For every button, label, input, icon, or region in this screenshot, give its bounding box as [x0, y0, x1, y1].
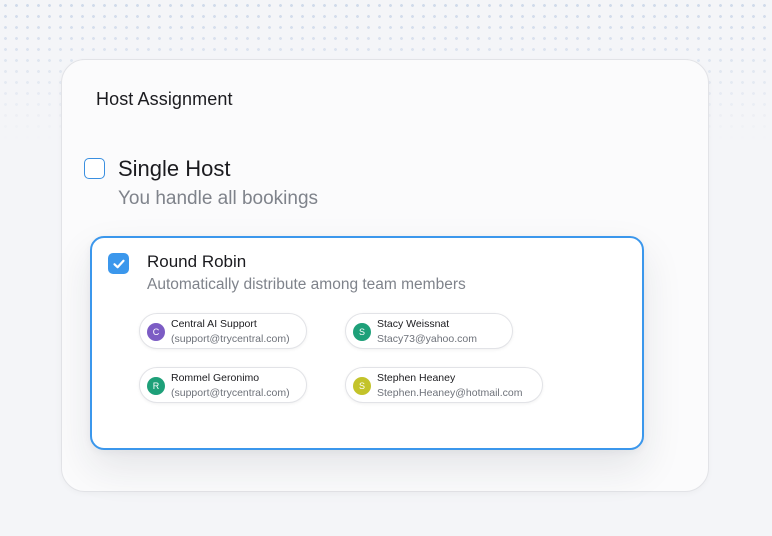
checkmark-icon — [112, 259, 125, 268]
member-email: (support@trycentral.com) — [171, 333, 290, 345]
member-name: Stacy Weissnat — [377, 318, 450, 330]
single-host-checkbox[interactable] — [84, 158, 105, 179]
single-host-title[interactable]: Single Host — [118, 156, 231, 182]
member-email: (support@trycentral.com) — [171, 387, 290, 399]
avatar: S — [353, 323, 371, 341]
member-chip[interactable]: C Central AI Support (support@trycentral… — [139, 313, 307, 349]
member-name: Rommel Geronimo — [171, 372, 260, 384]
member-name: Stephen Heaney — [377, 372, 456, 384]
round-robin-title[interactable]: Round Robin — [147, 252, 246, 272]
member-chip[interactable]: R Rommel Geronimo (support@trycentral.co… — [139, 367, 307, 403]
single-host-description: You handle all bookings — [118, 188, 319, 209]
card-title: Host Assignment — [96, 89, 233, 109]
avatar: C — [147, 323, 165, 341]
round-robin-checkbox[interactable] — [108, 253, 129, 274]
member-chip[interactable]: S Stephen Heaney Stephen.Heaney@hotmail.… — [345, 367, 543, 403]
member-email: Stacy73@yahoo.com — [377, 333, 477, 345]
round-robin-description: Automatically distribute among team memb… — [147, 276, 466, 293]
member-chip[interactable]: S Stacy Weissnat Stacy73@yahoo.com — [345, 313, 513, 349]
avatar: R — [147, 377, 165, 395]
member-name: Central AI Support — [171, 318, 257, 330]
avatar: S — [353, 377, 371, 395]
member-email: Stephen.Heaney@hotmail.com — [377, 387, 523, 399]
